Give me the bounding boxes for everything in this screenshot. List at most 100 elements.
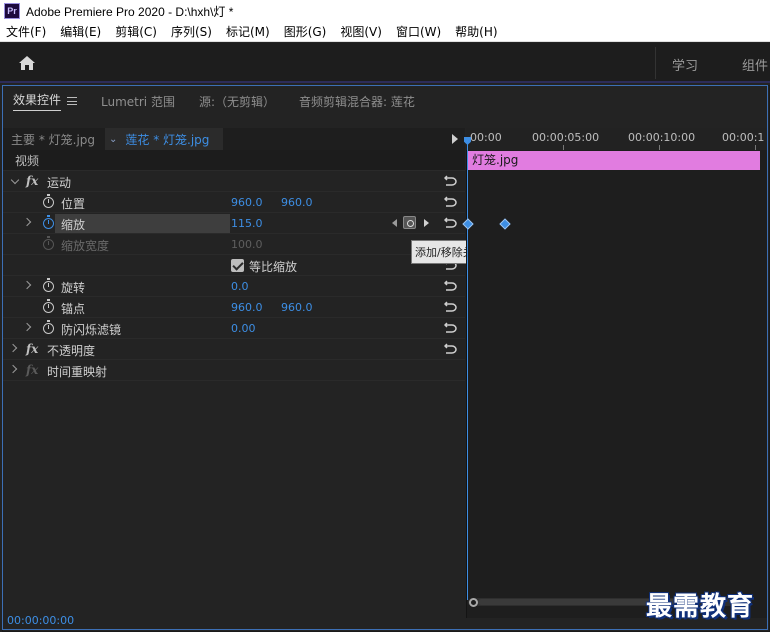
ruler-tick-15s: 00:00:1 [722,131,765,144]
rotation-label: 旋转 [61,281,86,295]
time-remap-effect-row[interactable]: fx 时间重映射 [3,360,465,381]
menu-clip[interactable]: 剪辑(C) [115,23,157,40]
opacity-effect-row[interactable]: fx 不透明度 [3,339,465,360]
anchor-point-row: 锚点 960.0 960.0 [3,297,465,318]
previous-keyframe-icon[interactable] [392,219,397,227]
menu-bar: 文件(F) 编辑(E) 剪辑(C) 序列(S) 标记(M) 图形(G) 视图(V… [0,22,770,42]
reset-icon[interactable] [444,175,457,186]
sequence-clip-selector[interactable]: ⌄ 莲花 * 灯笼.jpg [105,128,224,150]
scale-row: 缩放 115.0 [3,213,465,234]
rotation-value[interactable]: 0.0 [231,280,249,293]
next-keyframe-icon[interactable] [424,219,429,227]
chevron-down-icon[interactable] [10,175,20,185]
current-timecode[interactable]: 00:00:00:00 [7,614,74,627]
tab-lumetri-scopes[interactable]: Lumetri 范围 [101,93,175,110]
workspace-divider [655,47,656,79]
motion-label: 运动 [47,176,72,190]
menu-markers[interactable]: 标记(M) [226,23,270,40]
title-bar: Pr Adobe Premiere Pro 2020 - D:\hxh\灯 * [0,0,770,22]
sequence-clip-label: 莲花 * 灯笼.jpg [125,132,210,147]
uniform-scale-row: 等比缩放 [3,255,465,276]
scale-width-label: 缩放宽度 [61,239,110,253]
rotation-row: 旋转 0.0 [3,276,465,297]
stopwatch-icon[interactable] [43,278,54,292]
reset-icon[interactable] [444,280,457,291]
ruler-tick-5s: 00:00:05:00 [532,131,600,144]
menu-view[interactable]: 视图(V) [340,23,382,40]
menu-window[interactable]: 窗口(W) [396,23,441,40]
menu-file[interactable]: 文件(F) [6,23,46,40]
watermark-logo: 最需教育 [646,592,755,622]
workspace-tab-learn[interactable]: 学习 [672,55,698,74]
uniform-scale-label: 等比缩放 [249,260,298,274]
position-row: 位置 960.0 960.0 [3,192,465,213]
scale-value[interactable]: 115.0 [231,217,263,230]
anti-flicker-row: 防闪烁滤镜 0.00 [3,318,465,339]
anti-flicker-label: 防闪烁滤镜 [61,323,122,337]
anchor-x-value[interactable]: 960.0 [231,301,263,314]
timeline-clip-bar[interactable]: 灯笼.jpg [468,151,760,170]
fx-icon[interactable]: fx [26,174,38,188]
zoom-handle[interactable] [469,598,478,607]
premiere-logo-icon: Pr [4,3,20,19]
play-triangle-icon[interactable] [452,134,458,144]
effect-properties: 视频 fx 运动 位置 960.0 960.0 缩放 115.0 缩放宽度 10… [3,150,465,381]
chevron-right-icon[interactable] [8,364,18,374]
scale-width-value: 100.0 [231,238,263,251]
ruler-tick-10s: 00:00:10:00 [628,131,696,144]
stopwatch-icon[interactable] [43,194,54,208]
stopwatch-disabled-icon [43,236,54,250]
anti-flicker-value[interactable]: 0.00 [231,322,256,335]
tab-effect-controls-label: 效果控件 [13,91,62,111]
position-y-value[interactable]: 960.0 [281,196,313,209]
uniform-scale-checkbox[interactable] [231,259,244,272]
reset-icon[interactable] [444,322,457,333]
anchor-point-label: 锚点 [61,302,86,316]
time-ruler[interactable]: 00:00 00:00:05:00 00:00:10:00 00:00:1 [466,128,768,150]
tab-effect-controls[interactable]: 效果控件 [13,91,78,111]
position-label: 位置 [61,197,86,211]
ruler-tick-mark [755,145,756,150]
ruler-tick-mark [659,145,660,150]
chevron-right-icon[interactable] [22,322,32,332]
home-icon[interactable] [18,55,36,71]
master-clip-label[interactable]: 主要 * 灯笼.jpg [3,131,105,148]
source-header: 主要 * 灯笼.jpg ⌄ 莲花 * 灯笼.jpg [3,128,465,150]
panel-menu-icon[interactable] [67,97,78,105]
scale-width-row: 缩放宽度 100.0 [3,234,465,255]
anchor-y-value[interactable]: 960.0 [281,301,313,314]
menu-sequence[interactable]: 序列(S) [171,23,212,40]
video-section-header: 视频 [3,150,465,171]
playhead-line[interactable] [467,140,468,600]
opacity-label: 不透明度 [47,344,96,358]
reset-icon[interactable] [444,217,457,228]
panel-tabs: 效果控件 Lumetri 范围 源:（无剪辑） 音频剪辑混合器: 莲花 [3,86,768,116]
ruler-tick-0: 00:00 [470,131,502,144]
tab-audio-clip-mixer[interactable]: 音频剪辑混合器: 莲花 [299,93,415,110]
menu-edit[interactable]: 编辑(E) [60,23,101,40]
chevron-right-icon[interactable] [8,343,18,353]
reset-icon[interactable] [444,343,457,354]
workspace-bar: 学习 组件 [0,43,770,83]
workspace-tab-assembly[interactable]: 组件 [742,55,768,74]
menu-help[interactable]: 帮助(H) [455,23,497,40]
chevron-right-icon[interactable] [22,217,32,227]
scale-label: 缩放 [61,218,86,232]
chevron-down-icon: ⌄ [109,133,118,145]
video-section-label: 视频 [15,153,40,168]
menu-graphics[interactable]: 图形(G) [284,23,327,40]
stopwatch-icon[interactable] [43,320,54,334]
chevron-right-icon[interactable] [22,280,32,290]
fx-icon[interactable]: fx [26,342,38,356]
reset-icon[interactable] [444,301,457,312]
stopwatch-active-icon[interactable] [43,215,54,229]
reset-icon[interactable] [444,196,457,207]
fx-disabled-icon: fx [26,363,39,377]
motion-effect-row[interactable]: fx 运动 [3,171,465,192]
add-remove-keyframe-button[interactable] [403,216,416,229]
effect-timeline[interactable] [466,128,768,618]
tab-source[interactable]: 源:（无剪辑） [199,93,275,110]
stopwatch-icon[interactable] [43,299,54,313]
position-x-value[interactable]: 960.0 [231,196,263,209]
ruler-tick-mark [563,145,564,150]
